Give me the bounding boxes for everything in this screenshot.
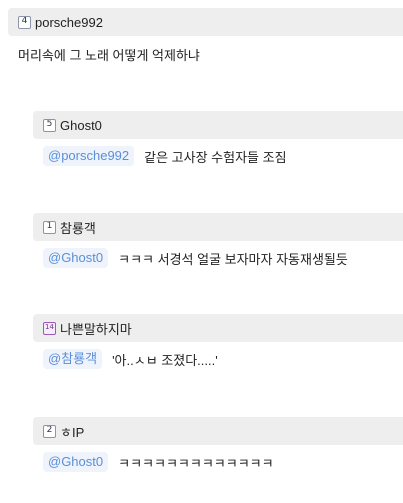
comment-thread: 4 porsche992 머리속에 그 노래 어떻게 억제하냐 5 Ghost0… (0, 0, 403, 503)
author-nickname[interactable]: Ghost0 (60, 118, 102, 133)
mention-tag[interactable]: @Ghost0 (43, 452, 109, 472)
reply-body: @Ghost0 ㅋㅋㅋ 서경석 얼굴 보자마자 자동재생될듯 (43, 247, 348, 269)
author-nickname[interactable]: ㅎIP (60, 422, 84, 441)
reply-header: 5 Ghost0 (33, 111, 403, 139)
level-icon: 2 (43, 424, 56, 438)
reply-header: 2 ㅎIP (33, 417, 403, 445)
author-nickname[interactable]: 나쁜말하지마 (60, 319, 132, 338)
mention-tag[interactable]: @Ghost0 (43, 248, 109, 268)
comment-text: ㅋㅋㅋㅋㅋㅋㅋㅋㅋㅋㅋㅋㅋ (118, 455, 274, 471)
reply-body: @Ghost0 ㅋㅋㅋㅋㅋㅋㅋㅋㅋㅋㅋㅋㅋ (43, 451, 274, 473)
author-nickname[interactable]: porsche992 (35, 15, 103, 30)
comment-text: ㅋㅋㅋ 서경석 얼굴 보자마자 자동재생될듯 (118, 251, 348, 267)
level-icon: 1 (43, 220, 56, 234)
comment-header: 4 porsche992 (8, 8, 403, 36)
mention-tag[interactable]: @porsche992 (43, 146, 135, 166)
comment-body: 머리속에 그 노래 어떻게 억제하냐 (18, 43, 200, 65)
comment-text: '아..ㅅㅂ 조졌다.....' (112, 352, 218, 368)
reply-header: 14 나쁜말하지마 (33, 314, 403, 342)
reply-body: @참룡객 '아..ㅅㅂ 조졌다.....' (43, 348, 218, 370)
level-icon: 5 (43, 118, 56, 132)
comment-text: 머리속에 그 노래 어떻게 억제하냐 (18, 47, 200, 63)
reply-body: @porsche992 같은 고사장 수험자들 조짐 (43, 145, 287, 167)
level-icon: 4 (18, 15, 31, 29)
reply-header: 1 참룡객 (33, 213, 403, 241)
comment-text: 같은 고사장 수험자들 조짐 (144, 149, 287, 165)
level-icon: 14 (43, 321, 56, 335)
author-nickname[interactable]: 참룡객 (60, 218, 96, 237)
mention-tag[interactable]: @참룡객 (43, 349, 103, 369)
